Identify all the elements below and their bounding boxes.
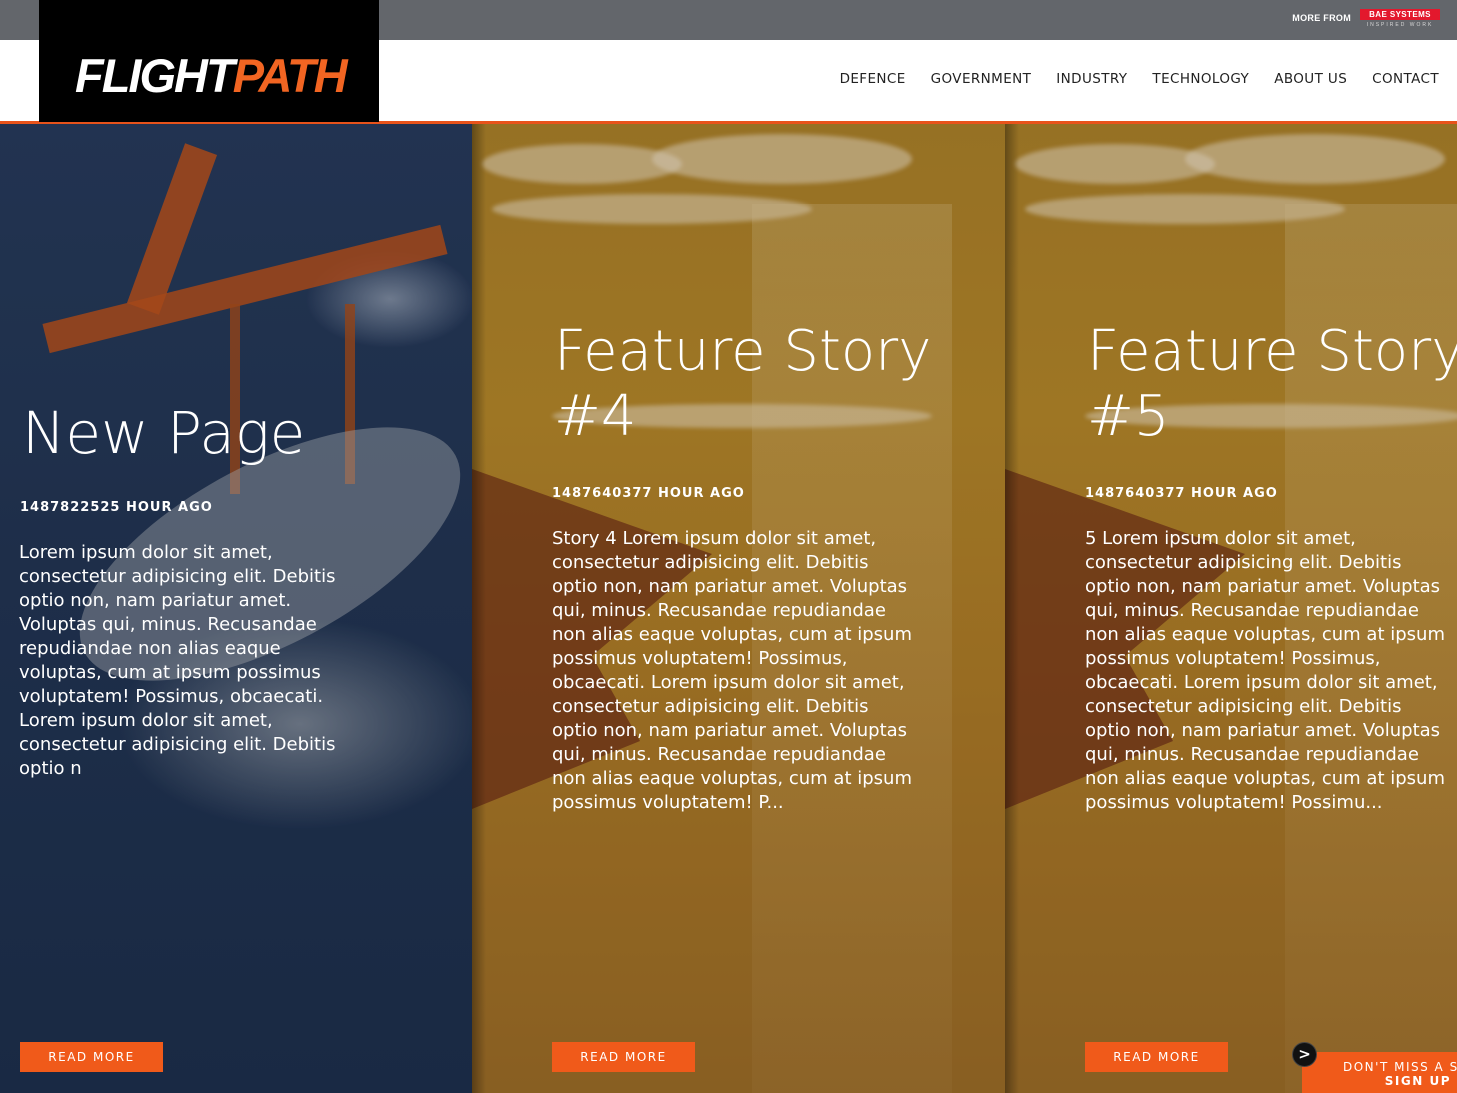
bae-systems-name: BAE SYSTEMS [1360,9,1440,20]
read-more-button[interactable]: READ MORE [20,1042,163,1072]
story-panel-feature-4[interactable]: Feature Story #4 1487640377 HOUR AGO Sto… [472,124,1005,1093]
read-more-button[interactable]: READ MORE [552,1042,695,1072]
nav-item-contact[interactable]: CONTACT [1372,71,1439,87]
story-panel-new-page[interactable]: New Page 1487822525 HOUR AGO Lorem ipsum… [0,124,472,1093]
signup-label[interactable]: SIGN UP [1385,1074,1451,1088]
bae-systems-logo[interactable]: BAE SYSTEMS INSPIRED WORK [1360,9,1440,31]
read-more-button[interactable]: READ MORE [1085,1042,1228,1072]
story-title: Feature Story #5 [1087,319,1457,449]
logo-part-flight: FLIGHT [75,49,235,102]
logo-part-path: PATH [232,49,348,102]
arrow-right-icon[interactable]: > [1292,1042,1317,1067]
flightpath-logo[interactable]: FLIGHTPATH [39,0,379,122]
nav-item-technology[interactable]: TECHNOLOGY [1152,71,1249,87]
bae-systems-tagline: INSPIRED WORK [1366,22,1434,28]
nav-item-about-us[interactable]: ABOUT US [1274,71,1347,87]
more-from-label: MORE FROM [1292,13,1351,23]
panel-shadow [472,124,486,1093]
nav-item-defence[interactable]: DEFENCE [840,71,906,87]
story-excerpt: Lorem ipsum dolor sit amet, consectetur … [19,542,336,779]
story-title: Feature Story #4 [554,319,932,449]
story-excerpt: 5 Lorem ipsum dolor sit amet, consectetu… [1085,528,1445,813]
story-panel-feature-5[interactable]: Feature Story #5 1487640377 HOUR AGO 5 L… [1005,124,1457,1093]
nav-item-industry[interactable]: INDUSTRY [1056,71,1127,87]
main-nav: DEFENCE GOVERNMENT INDUSTRY TECHNOLOGY A… [815,71,1439,87]
signup-prompt: DON'T MISS A S [1343,1060,1457,1074]
logo-wordmark: FLIGHTPATH [75,49,348,102]
story-timestamp: 1487640377 HOUR AGO [1085,486,1278,501]
story-timestamp: 1487822525 HOUR AGO [20,500,213,515]
story-excerpt: Story 4 Lorem ipsum dolor sit amet, cons… [552,528,912,813]
newsletter-signup-widget[interactable]: DON'T MISS A S SIGN UP [1302,1052,1457,1093]
story-timestamp: 1487640377 HOUR AGO [552,486,745,501]
panel-shadow [1005,124,1019,1093]
nav-item-government[interactable]: GOVERNMENT [931,71,1032,87]
story-title: New Page [22,399,306,467]
